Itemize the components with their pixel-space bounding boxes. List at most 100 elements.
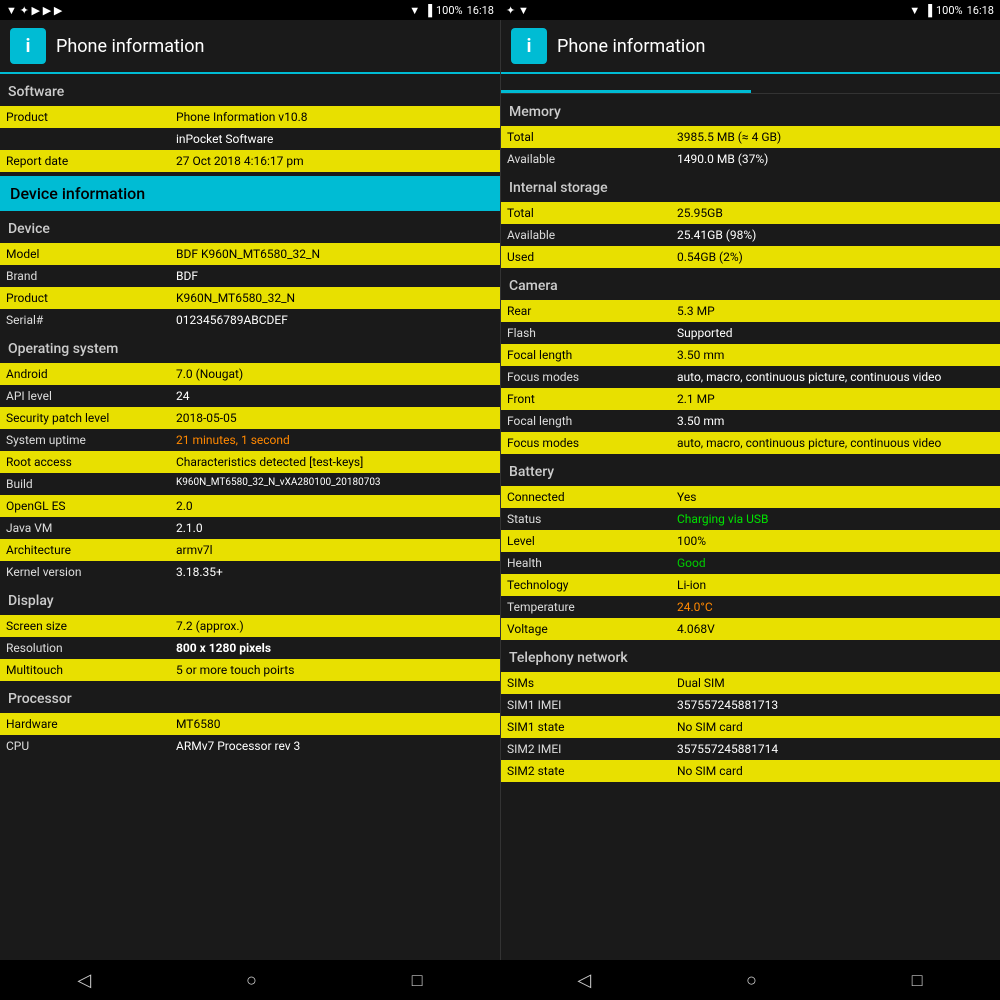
left-pane: i Phone information Software Product Pho… — [0, 20, 500, 960]
right-app-icon: i — [511, 28, 547, 64]
value: 7.2 (approx.) — [170, 615, 500, 637]
key: Front — [501, 388, 671, 410]
table-row: Hardware MT6580 — [0, 713, 500, 735]
key: Root access — [0, 451, 170, 473]
table-row: Android 7.0 (Nougat) — [0, 363, 500, 385]
value highlight-orange: 21 minutes, 1 second — [170, 429, 500, 451]
table-row: Focus modes auto, macro, continuous pict… — [501, 432, 1000, 454]
key: SIMs — [501, 672, 671, 694]
right-notification-icons: ✦ ▼ — [506, 4, 529, 17]
memory-header: Memory — [501, 98, 1000, 126]
key: Temperature — [501, 596, 671, 618]
table-row: System uptime 21 minutes, 1 second — [0, 429, 500, 451]
signal-icon-right: ▐ — [924, 4, 932, 17]
key: Model — [0, 243, 170, 265]
value: 2.1 MP — [671, 388, 1000, 410]
software-table: Product Phone Information v10.8 inPocket… — [0, 106, 500, 172]
camera-header: Camera — [501, 272, 1000, 300]
device-info-header: Device information — [0, 176, 500, 211]
memory-table: Total 3985.5 MB (≈ 4 GB) Available 1490.… — [501, 126, 1000, 170]
value: ARMv7 Processor rev 3 — [170, 735, 500, 757]
value: 25.41GB (98%) — [671, 224, 1000, 246]
wifi-icon: ▼ — [409, 4, 420, 17]
value: K960N_MT6580_32_N_vXA280100_20180703 — [170, 473, 500, 495]
table-row: Technology Li-ion — [501, 574, 1000, 596]
key: Level — [501, 530, 671, 552]
table-row: Status Charging via USB — [501, 508, 1000, 530]
storage-table: Total 25.95GB Available 25.41GB (98%) Us… — [501, 202, 1000, 268]
key: Product — [0, 106, 170, 128]
value: 800 x 1280 pixels — [170, 637, 500, 659]
home-button-right[interactable]: ○ — [746, 970, 757, 991]
key: Focal length — [501, 410, 671, 432]
notification-icons: ▼ ✦ ▶ ▶ ▶ — [6, 4, 62, 17]
table-row: inPocket Software — [0, 128, 500, 150]
key: Focus modes — [501, 366, 671, 388]
display-header: Display — [0, 587, 500, 615]
key: Security patch level — [0, 407, 170, 429]
table-row: SIM2 state No SIM card — [501, 760, 1000, 782]
value: Dual SIM — [671, 672, 1000, 694]
display-table: Screen size 7.2 (approx.) Resolution 800… — [0, 615, 500, 681]
table-row: Architecture armv7l — [0, 539, 500, 561]
key: Hardware — [0, 713, 170, 735]
key: Available — [501, 224, 671, 246]
value: armv7l — [170, 539, 500, 561]
time-right: 16:18 — [967, 4, 994, 17]
recents-button-right[interactable]: □ — [912, 970, 923, 991]
value: BDF K960N_MT6580_32_N — [170, 243, 500, 265]
value: 5 or more touch poirts — [170, 659, 500, 681]
value: 2018-05-05 — [170, 407, 500, 429]
table-row: Multitouch 5 or more touch poirts — [0, 659, 500, 681]
home-button[interactable]: ○ — [246, 970, 257, 991]
table-row: Health Good — [501, 552, 1000, 574]
key: Architecture — [0, 539, 170, 561]
value: Characteristics detected [test-keys] — [170, 451, 500, 473]
tab-active[interactable] — [501, 74, 751, 93]
table-row: Product K960N_MT6580_32_N — [0, 287, 500, 309]
key — [0, 128, 170, 150]
value: 0123456789ABCDEF — [170, 309, 500, 331]
table-row: SIM1 state No SIM card — [501, 716, 1000, 738]
telephony-table: SIMs Dual SIM SIM1 IMEI 357557245881713 … — [501, 672, 1000, 782]
table-row: Kernel version 3.18.35+ — [0, 561, 500, 583]
value: 3.50 mm — [671, 410, 1000, 432]
value: 357557245881714 — [671, 738, 1000, 760]
software-header: Software — [0, 78, 500, 106]
device-header: Device — [0, 215, 500, 243]
value: No SIM card — [671, 760, 1000, 782]
value: Phone Information v10.8 — [170, 106, 500, 128]
battery-header: Battery — [501, 458, 1000, 486]
value: inPocket Software — [170, 128, 500, 150]
table-row: Model BDF K960N_MT6580_32_N — [0, 243, 500, 265]
value: K960N_MT6580_32_N — [170, 287, 500, 309]
table-row: OpenGL ES 2.0 — [0, 495, 500, 517]
value: auto, macro, continuous picture, continu… — [671, 432, 1000, 454]
table-row: Security patch level 2018-05-05 — [0, 407, 500, 429]
value: 3985.5 MB (≈ 4 GB) — [671, 126, 1000, 148]
key: Rear — [501, 300, 671, 322]
key: SIM2 state — [501, 760, 671, 782]
table-row: Build K960N_MT6580_32_N_vXA280100_201807… — [0, 473, 500, 495]
key: System uptime — [0, 429, 170, 451]
key: Flash — [501, 322, 671, 344]
back-button[interactable]: ◁ — [77, 970, 91, 991]
key: Product — [0, 287, 170, 309]
tab-inactive[interactable] — [751, 74, 1000, 93]
key: SIM1 state — [501, 716, 671, 738]
back-button-right[interactable]: ◁ — [577, 970, 591, 991]
table-row: Available 1490.0 MB (37%) — [501, 148, 1000, 170]
table-row: Used 0.54GB (2%) — [501, 246, 1000, 268]
key: Total — [501, 202, 671, 224]
table-row: Focal length 3.50 mm — [501, 410, 1000, 432]
left-status-bar: ▼ ✦ ▶ ▶ ▶ ▼ ▐ 100% 16:18 — [0, 0, 500, 20]
key: Java VM — [0, 517, 170, 539]
right-app-header: i Phone information — [501, 20, 1000, 74]
recents-button[interactable]: □ — [412, 970, 423, 991]
key: Screen size — [0, 615, 170, 637]
value: No SIM card — [671, 716, 1000, 738]
value: 0.54GB (2%) — [671, 246, 1000, 268]
key: CPU — [0, 735, 170, 757]
table-row: Available 25.41GB (98%) — [501, 224, 1000, 246]
value: 1490.0 MB (37%) — [671, 148, 1000, 170]
